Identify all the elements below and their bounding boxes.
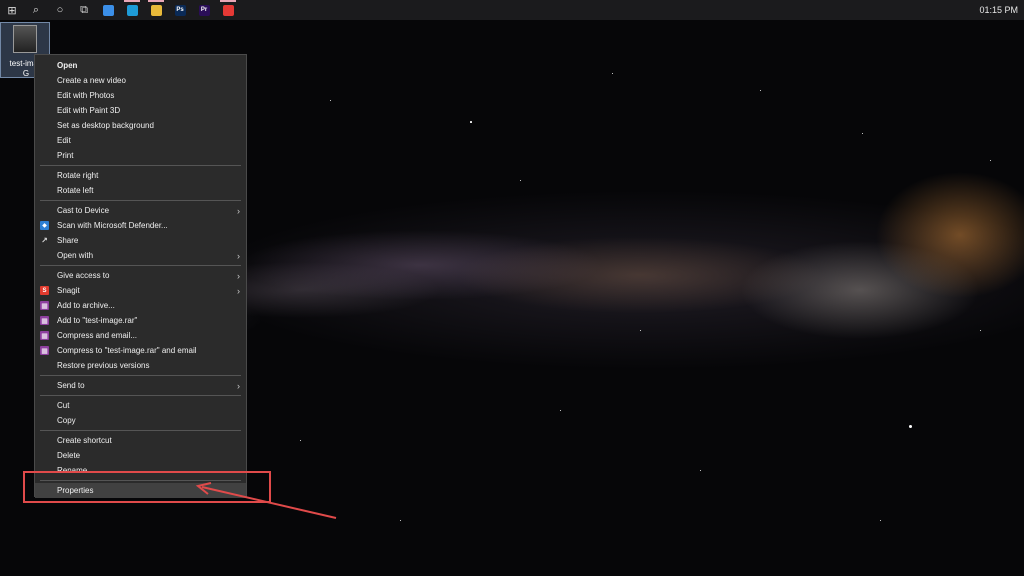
annotation-arrow [195,482,337,519]
